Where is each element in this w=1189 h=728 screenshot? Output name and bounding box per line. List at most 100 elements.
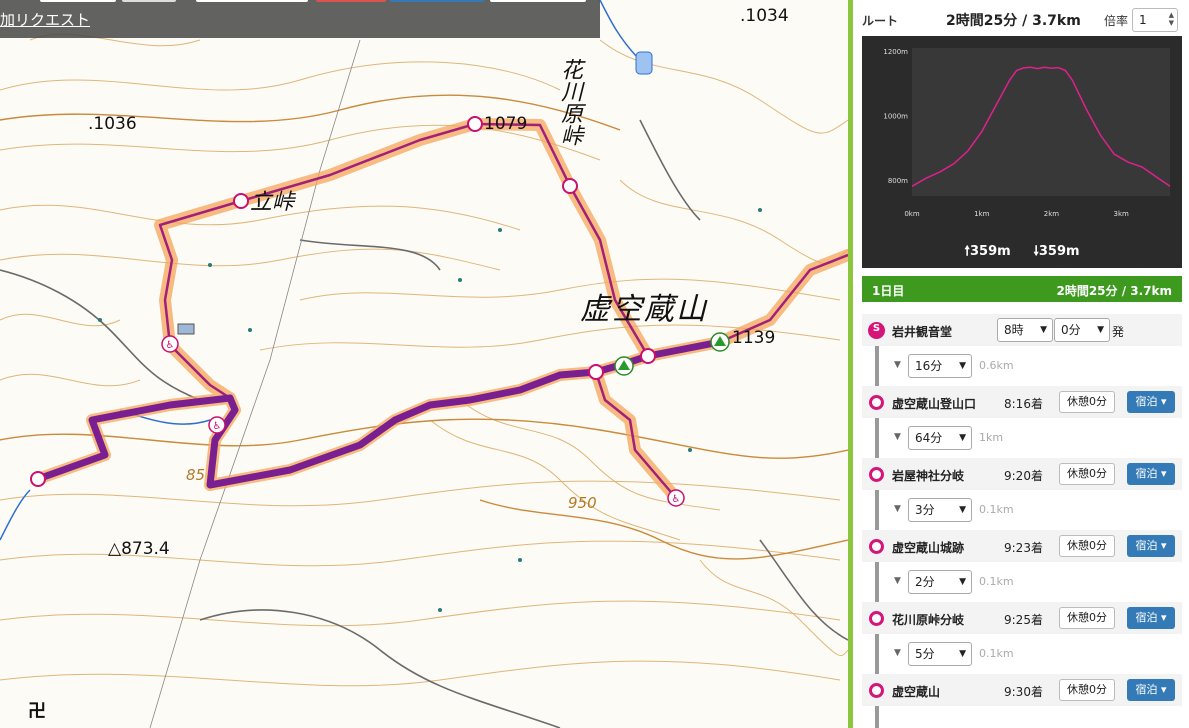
route-summary: 2時間25分 / 3.7km — [946, 13, 1081, 29]
spinner-icon[interactable]: ▲ ▼ — [1169, 11, 1174, 27]
stay-button[interactable]: 宿泊 ▾ — [1127, 463, 1175, 485]
stay-button[interactable]: 宿泊 ▾ — [1127, 679, 1175, 701]
segment-time: 16分 — [915, 359, 943, 373]
scale-input[interactable]: 1 ▲ ▼ — [1132, 8, 1178, 32]
temple-symbol: 卍 — [28, 701, 46, 722]
stay-button[interactable]: 宿泊 ▾ — [1127, 391, 1175, 413]
triangle-down-icon: ▼ — [894, 576, 901, 586]
waypoint-hanakawara-pass — [562, 178, 578, 194]
segment-distance: 0.1km — [979, 575, 1014, 588]
y-tick-label: 800m — [888, 177, 908, 185]
waypoint-tachi-pass — [233, 193, 249, 209]
building — [177, 323, 195, 335]
stop-start: S 岩井観音堂 8時 ▼ 0分 ▼ 発 — [862, 314, 1182, 346]
segment-time-select[interactable]: 2分 ▼ — [908, 570, 972, 594]
day-total: 2時間25分 / 3.7km — [1056, 284, 1172, 298]
toolbar-button[interactable] — [316, 0, 386, 2]
stop: 花川原峠分岐 9:25着 休憩0分 宿泊 ▾ — [862, 602, 1182, 634]
segment-time-select[interactable]: 64分 ▼ — [908, 426, 972, 450]
toolbar-button[interactable] — [122, 0, 176, 2]
rest-button[interactable]: 休憩0分 — [1059, 607, 1115, 629]
segment-distance: 1km — [979, 431, 1004, 444]
x-tick-label: 3km — [1114, 210, 1130, 218]
arrive-time: 9:30着 — [1004, 685, 1043, 699]
depart-minute-value: 0分 — [1061, 323, 1081, 337]
chevron-down-icon: ▼ — [1097, 325, 1104, 335]
stop-name[interactable]: 虚空蔵山 — [892, 683, 940, 700]
y-tick-label: 1000m — [883, 113, 908, 121]
elevation-label: .1036 — [88, 114, 137, 134]
waypoint-icon — [869, 467, 884, 482]
rest-button[interactable]: 休憩0分 — [1059, 679, 1115, 701]
waypoint-icon — [869, 395, 884, 410]
pass-name-label: 立峠 — [250, 190, 295, 215]
start-badge-icon: S — [868, 322, 885, 339]
pond — [635, 51, 653, 75]
stay-label: 宿泊 — [1135, 467, 1158, 480]
segment-distance: 0.6km — [979, 359, 1014, 372]
route-thin — [158, 122, 848, 499]
arrive-time: 9:20着 — [1004, 469, 1043, 483]
toolbar-input[interactable] — [196, 0, 308, 2]
route-sidebar: ルート 2時間25分 / 3.7km 倍率 1 ▲ ▼ 800m 1000m 1200… — [848, 0, 1189, 728]
stop: 虚空蔵山 9:30着 休憩0分 宿泊 ▾ — [862, 674, 1182, 706]
chevron-down-icon: ▼ — [959, 649, 966, 659]
stay-button[interactable]: 宿泊 ▾ — [1127, 535, 1175, 557]
depart-label: 発 — [1112, 325, 1125, 339]
y-tick-label: 1200m — [883, 48, 908, 56]
ascent-descent: 🠕359m 🠗359m — [862, 242, 1182, 264]
elevation-label: .1034 — [740, 6, 789, 26]
map-canvas[interactable]: ♿ ♿ ♿ — [0, 0, 848, 728]
chevron-down-icon: ▼ — [959, 577, 966, 587]
stop-name[interactable]: 虚空蔵山城跡 — [892, 539, 964, 556]
plot-area — [912, 48, 1170, 196]
depart-hour-value: 8時 — [1004, 323, 1024, 337]
rest-button[interactable]: 休憩0分 — [1059, 391, 1115, 413]
scale-value: 1 — [1139, 13, 1147, 27]
depart-hour-select[interactable]: 8時 ▼ — [997, 318, 1053, 342]
segment: ▼ 3分 ▼ 0.1km — [862, 490, 1182, 530]
segment-distance: 0.1km — [979, 647, 1014, 660]
svg-text:♿: ♿ — [213, 421, 222, 432]
power-line — [149, 39, 361, 728]
toolbar-button[interactable] — [40, 0, 116, 2]
segment-time-select[interactable]: 3分 ▼ — [908, 498, 972, 522]
chevron-down-icon: ▼ — [1040, 325, 1047, 335]
stop-name[interactable]: 岩井観音堂 — [892, 323, 952, 340]
rest-button[interactable]: 休憩0分 — [1059, 463, 1115, 485]
segment: ▼ 2分 ▼ 0.1km — [862, 562, 1182, 602]
topographic-map[interactable]: ♿ ♿ ♿ .1034 .1036 1079 1139 △873.4 85 95… — [0, 0, 848, 728]
svg-text:♿: ♿ — [166, 340, 175, 351]
waypoint-icon — [869, 611, 884, 626]
segment-time: 2分 — [915, 575, 935, 589]
stop-name[interactable]: 岩屋神社分岐 — [892, 467, 964, 484]
toolbar-button[interactable] — [390, 0, 484, 2]
day-header[interactable]: 1日目 2時間25分 / 3.7km — [862, 276, 1182, 302]
segment-time: 64分 — [915, 431, 943, 445]
toolbar-button[interactable] — [490, 0, 586, 2]
segment-time-select[interactable]: 16分 ▼ — [908, 354, 972, 378]
stop-name[interactable]: 花川原峠分岐 — [892, 611, 964, 628]
chevron-down-icon: ▼ — [959, 433, 966, 443]
arrive-time: 8:16着 — [1004, 397, 1043, 411]
rest-button[interactable]: 休憩0分 — [1059, 535, 1115, 557]
segment-time-select[interactable]: 5分 ▼ — [908, 642, 972, 666]
elevation-chart: 800m 1000m 1200m 0km 1km 2km 3km — [883, 48, 1171, 218]
elevation-label: 1139 — [732, 328, 776, 348]
stay-label: 宿泊 — [1135, 611, 1158, 624]
map-toolbar: 加リクエスト — [0, 0, 600, 38]
pass-name-label: 花川原峠 — [557, 58, 582, 146]
stay-label: 宿泊 — [1135, 539, 1158, 552]
stay-label: 宿泊 — [1135, 395, 1158, 408]
depart-minute-select[interactable]: 0分 ▼ — [1054, 318, 1110, 342]
triangle-down-icon: ▼ — [894, 648, 901, 658]
stop-name[interactable]: 虚空蔵山登山口 — [892, 395, 976, 412]
caret-down-icon: ▾ — [1160, 539, 1167, 552]
stop: 虚空蔵山城跡 9:23着 休憩0分 宿泊 ▾ — [862, 530, 1182, 562]
elevation-profile: 800m 1000m 1200m 0km 1km 2km 3km 🠕359m 🠗359m — [862, 36, 1182, 268]
waypoint-1079 — [467, 116, 483, 132]
add-request-link[interactable]: 加リクエスト — [0, 9, 90, 30]
route-header: ルート 2時間25分 / 3.7km 倍率 1 ▲ ▼ — [862, 6, 1184, 34]
stay-button[interactable]: 宿泊 ▾ — [1127, 607, 1175, 629]
sidebar-border — [848, 0, 853, 728]
